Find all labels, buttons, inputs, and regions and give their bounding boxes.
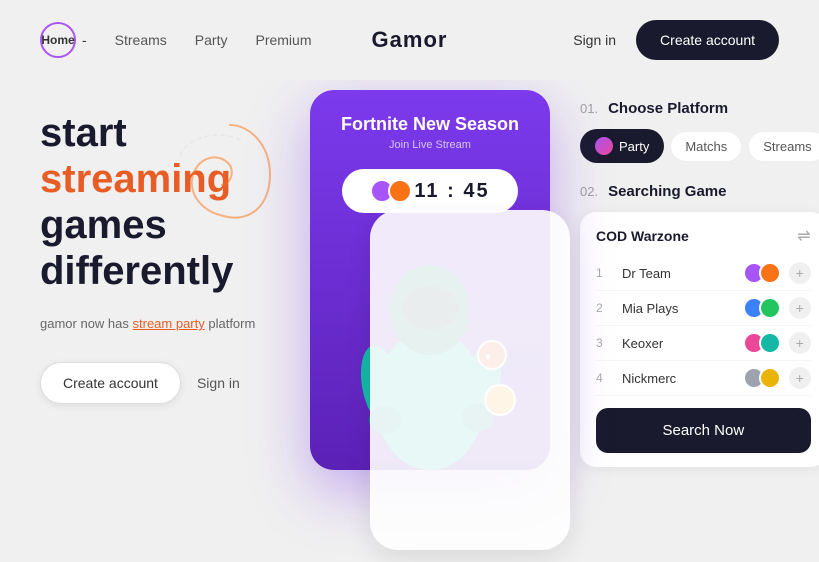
hero-line4: differently [40, 249, 233, 293]
step2-header: 02. Searching Game [580, 183, 819, 200]
hero-line3: games [40, 203, 167, 247]
row-avatars-3 [743, 332, 781, 354]
brand-logo: Gamor [372, 27, 448, 53]
create-account-button[interactable]: Create account [40, 362, 181, 404]
add-player-3[interactable]: + [789, 332, 811, 354]
game-search-box: COD Warzone ⇌ 1 Dr Team + 2 Mia Plays [580, 212, 819, 467]
tab-matches-label: Matchs [685, 139, 727, 154]
nav-party[interactable]: Party [195, 32, 228, 48]
step2-title-rest: Game [681, 183, 727, 200]
tab-matches[interactable]: Matchs [670, 131, 742, 162]
row-rank-3: 3 [596, 336, 612, 350]
nav-premium[interactable]: Premium [255, 32, 311, 48]
step1-number: 01. [580, 101, 598, 116]
navbar: Home - Streams Party Premium Gamor Sign … [0, 0, 819, 80]
row-avatars-1 [743, 262, 781, 284]
step2-title-searching: Searching [608, 183, 681, 200]
game-search-title: COD Warzone [596, 228, 689, 244]
brand-name: Gamor [372, 27, 448, 52]
hero-tagline: gamor now has stream party platform [40, 314, 300, 334]
hero-section: start streaming games differently gamor … [40, 80, 300, 562]
step1-section: 01. Choose Platform Party Matchs Streams [580, 100, 819, 163]
filter-icon[interactable]: ⇌ [797, 226, 810, 246]
step2-section: 02. Searching Game COD Warzone ⇌ 1 Dr Te… [580, 183, 819, 467]
tab-party[interactable]: Party [580, 129, 664, 163]
nav-streams[interactable]: Streams [115, 32, 167, 48]
row-name-3: Keoxer [622, 336, 743, 351]
game-card-title: Fortnite New Season [341, 114, 519, 135]
main-content: start streaming games differently gamor … [0, 80, 819, 562]
sign-in-button-nav[interactable]: Sign in [573, 32, 616, 48]
tagline-start: gamor now has [40, 316, 133, 331]
home-circle-icon: Home [40, 22, 76, 58]
nav-left: Home - Streams Party Premium [40, 22, 312, 58]
tab-streams-label: Streams [763, 139, 811, 154]
row-name-1: Dr Team [622, 266, 743, 281]
home-label: Home [41, 33, 74, 47]
game-search-header: COD Warzone ⇌ [596, 226, 811, 246]
row-name-4: Nickmerc [622, 371, 743, 386]
tab-party-label: Party [619, 139, 649, 154]
add-player-2[interactable]: + [789, 297, 811, 319]
row-rank-4: 4 [596, 371, 612, 385]
player-row: 4 Nickmerc + [596, 361, 811, 396]
row-rank-1: 1 [596, 266, 612, 280]
hero-line1: start [40, 111, 127, 155]
player-row: 1 Dr Team + [596, 256, 811, 291]
step2-title: Searching Game [608, 183, 726, 200]
right-panel: 01. Choose Platform Party Matchs Streams [560, 80, 819, 562]
player-row: 3 Keoxer + [596, 326, 811, 361]
add-player-4[interactable]: + [789, 367, 811, 389]
row-name-2: Mia Plays [622, 301, 743, 316]
row-rank-2: 2 [596, 301, 612, 315]
avatar-2b [759, 297, 781, 319]
create-account-button-nav[interactable]: Create account [636, 20, 779, 60]
spiral-decoration-icon [160, 115, 300, 235]
hero-buttons: Create account Sign in [40, 362, 300, 404]
step1-header: 01. Choose Platform [580, 100, 819, 117]
avatar-1b [759, 262, 781, 284]
stream-party-link[interactable]: stream party [133, 316, 205, 331]
search-now-button[interactable]: Search Now [596, 408, 811, 453]
row-avatars-2 [743, 297, 781, 319]
avatar-3b [759, 332, 781, 354]
party-icon [595, 137, 613, 155]
nav-home-item[interactable]: Home - [40, 22, 87, 58]
step2-number: 02. [580, 184, 598, 199]
add-player-1[interactable]: + [789, 262, 811, 284]
home-dash: - [82, 32, 87, 48]
step1-title-rest: Platform [663, 100, 728, 117]
game-card-section: Fortnite New Season Join Live Stream 11 … [300, 80, 560, 562]
player-row: 2 Mia Plays + [596, 291, 811, 326]
platform-tabs: Party Matchs Streams [580, 129, 819, 163]
tagline-end: platform [205, 316, 256, 331]
phone-mockup [370, 210, 570, 550]
step1-title-choose: Choose [608, 100, 663, 117]
avatar-4b [759, 367, 781, 389]
row-avatars-4 [743, 367, 781, 389]
tab-streams[interactable]: Streams [748, 131, 819, 162]
nav-right: Sign in Create account [573, 20, 779, 60]
step1-title: Choose Platform [608, 100, 728, 117]
sign-in-button-hero[interactable]: Sign in [197, 375, 240, 391]
game-card-subtitle: Join Live Stream [389, 139, 471, 151]
